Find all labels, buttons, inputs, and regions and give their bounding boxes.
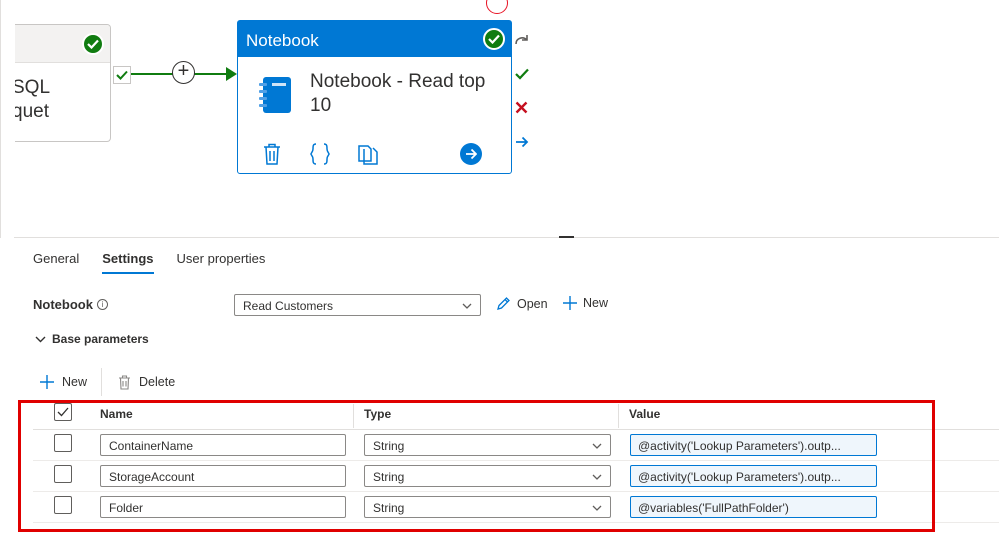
parameter-type-value: String (373, 470, 405, 484)
chevron-down-icon (462, 300, 472, 314)
column-divider[interactable] (618, 404, 619, 428)
trash-icon (119, 374, 131, 390)
failure-output-icon[interactable] (513, 99, 530, 116)
open-label: Open (517, 296, 548, 311)
pencil-icon (497, 297, 510, 310)
delete-parameter-button[interactable]: Delete (118, 374, 189, 390)
success-output-check-icon[interactable] (113, 66, 131, 84)
previous-success-icon (82, 33, 104, 55)
chevron-down-icon (592, 471, 602, 485)
base-parameters-label: Base parameters (52, 332, 149, 346)
parameter-name-input[interactable]: ContainerName (100, 434, 346, 456)
notebook-select[interactable]: Read Customers (234, 294, 481, 316)
chevron-down-icon (35, 336, 46, 342)
parameter-value-input[interactable]: @activity('Lookup Parameters').outp... (630, 434, 877, 456)
row-checkbox[interactable] (54, 434, 72, 452)
properties-tabs: General Settings User properties (33, 251, 265, 274)
parameter-value-input[interactable]: @activity('Lookup Parameters').outp... (630, 465, 877, 487)
notebook-activity-title: Notebook - Read top 10 (310, 71, 486, 116)
copy-activity-icon[interactable] (358, 143, 378, 170)
new-notebook-label: New (583, 296, 609, 310)
add-activity-plus-icon[interactable]: + (172, 61, 195, 84)
success-output-icon[interactable] (513, 65, 530, 82)
table-row: StorageAccount String @activity('Lookup … (33, 461, 999, 492)
notebook-activity-header: Notebook (238, 21, 511, 57)
chevron-down-icon (592, 502, 602, 516)
chevron-down-icon (592, 440, 602, 454)
parameter-type-select[interactable]: String (364, 496, 611, 518)
panel-splitter[interactable] (14, 237, 999, 238)
column-header-type[interactable]: Type (364, 407, 391, 421)
tab-user-properties[interactable]: User properties (177, 251, 266, 274)
previous-activity-title-line2: quet (15, 101, 49, 122)
notebook-activity[interactable]: Notebook Notebook - Read top 10 (237, 20, 512, 174)
delete-parameter-label: Delete (139, 375, 176, 389)
connector-arrow-icon (226, 67, 237, 81)
splitter-grip[interactable] (559, 236, 574, 238)
parameter-name-input[interactable]: Folder (100, 496, 346, 518)
previous-activity-title-line1: SQL (15, 77, 51, 98)
completion-output-icon[interactable] (513, 133, 530, 150)
notebook-success-icon (483, 28, 505, 50)
code-braces-icon[interactable] (310, 143, 330, 170)
parameter-type-value: String (373, 501, 405, 515)
parameter-type-value: String (373, 439, 405, 453)
plus-icon (563, 296, 577, 310)
notebook-icon (259, 76, 293, 119)
new-parameter-button[interactable]: New (40, 375, 101, 389)
parameter-value-input[interactable]: @variables('FullPathFolder') (630, 496, 877, 518)
table-row: Folder String @variables('FullPathFolder… (33, 492, 999, 523)
table-row: ContainerName String @activity('Lookup P… (33, 430, 999, 461)
info-icon[interactable]: i (96, 299, 108, 310)
notebook-label-text: Notebook (33, 297, 93, 312)
skip-output-icon[interactable] (513, 31, 530, 48)
base-parameters-toggle[interactable]: Base parameters (35, 332, 149, 346)
pipeline-canvas[interactable]: SQL quet + Notebook Notebook - Read top … (0, 0, 999, 238)
parameter-type-select[interactable]: String (364, 465, 611, 487)
row-checkbox[interactable] (54, 496, 72, 514)
delete-activity-icon[interactable] (263, 143, 281, 170)
red-circle-marker (486, 0, 508, 14)
column-header-value[interactable]: Value (629, 407, 660, 421)
new-parameter-label: New (62, 375, 88, 389)
new-notebook-button[interactable]: New (563, 296, 608, 310)
plus-icon (40, 375, 54, 389)
notebook-select-value: Read Customers (243, 299, 334, 313)
column-header-name[interactable]: Name (100, 407, 133, 421)
parameter-type-select[interactable]: String (364, 434, 611, 456)
row-checkbox[interactable] (54, 465, 72, 483)
column-divider[interactable] (353, 404, 354, 428)
select-all-checkbox[interactable] (54, 403, 72, 421)
tab-settings[interactable]: Settings (102, 251, 154, 274)
parameters-toolbar: New Delete (40, 368, 189, 396)
parameter-name-input[interactable]: StorageAccount (100, 465, 346, 487)
go-to-notebook-arrow-icon[interactable] (460, 143, 482, 165)
grid-header: Name Type Value (33, 398, 999, 430)
open-notebook-button[interactable]: Open (496, 296, 548, 311)
notebook-field-label: Notebook i (33, 297, 108, 312)
tab-general[interactable]: General (33, 251, 79, 274)
toolbar-divider (101, 368, 103, 396)
